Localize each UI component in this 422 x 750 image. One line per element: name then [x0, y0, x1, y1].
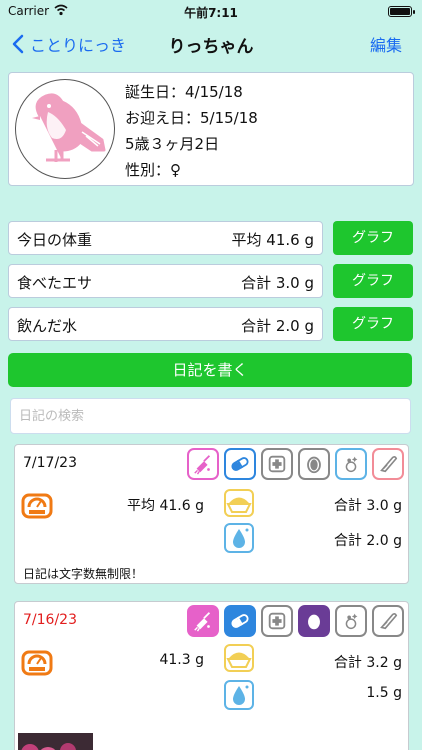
nail-clipping-icon[interactable]	[372, 605, 404, 637]
bath-icon[interactable]	[335, 605, 367, 637]
food-value: 合計 3.0 g	[241, 274, 314, 292]
nail-clipping-icon[interactable]	[372, 448, 404, 480]
bird-avatar[interactable]	[15, 79, 115, 179]
medicine-icon[interactable]	[224, 448, 256, 480]
status-time: 午前7:11	[184, 6, 238, 20]
food-label: 食べたエサ	[17, 274, 93, 292]
hospital-icon[interactable]	[261, 448, 293, 480]
weight-stat: 今日の体重 平均 41.6 g	[8, 221, 323, 255]
entry-food: 合計 3.2 g	[333, 655, 402, 671]
profile-info: 誕生日：4/15/18 お迎え日：5/15/18 5歳３ヶ月2日 性別：♀	[125, 79, 258, 183]
hospital-icon[interactable]	[261, 605, 293, 637]
egg-icon[interactable]	[298, 605, 330, 637]
food-stat: 食べたエサ 合計 3.0 g	[8, 264, 323, 298]
navigation-bar: ことりにっき りっちゃん 編集	[0, 24, 422, 64]
weight-graph-button[interactable]: グラフ	[333, 221, 413, 255]
water-icon	[224, 523, 254, 553]
welcome-day-text: お迎え日：5/15/18	[125, 109, 258, 127]
entry-date: 7/16/23	[23, 612, 77, 628]
profile-card: 誕生日：4/15/18 お迎え日：5/15/18 5歳３ヶ月2日 性別：♀	[8, 72, 414, 186]
battery-icon	[388, 6, 415, 17]
water-label: 飲んだ水	[17, 317, 78, 335]
status-bar: Carrier 午前7:11	[0, 0, 422, 24]
water-icon	[224, 680, 254, 710]
scale-icon	[21, 650, 53, 676]
entry-icons	[187, 448, 404, 480]
entry-weight: 41.3 g	[159, 652, 204, 668]
water-value: 合計 2.0 g	[241, 317, 314, 335]
cleaning-icon[interactable]	[187, 448, 219, 480]
weight-row: 今日の体重 平均 41.6 g グラフ	[8, 221, 414, 255]
entry-photo-thumbnail[interactable]	[18, 733, 93, 750]
weight-label: 今日の体重	[17, 231, 93, 249]
cleaning-icon[interactable]	[187, 605, 219, 637]
bird-icon	[32, 93, 106, 162]
diary-search-input[interactable]	[10, 398, 411, 434]
diary-entry[interactable]: 7/17/23 平均 41.6 g 合計 3.0 g 合計 2.0 g 日記は文…	[14, 444, 409, 584]
water-row: 飲んだ水 合計 2.0 g グラフ	[8, 307, 414, 341]
water-graph-button[interactable]: グラフ	[333, 307, 413, 341]
entry-water: 合計 2.0 g	[333, 533, 402, 549]
edit-button[interactable]: 編集	[370, 32, 402, 56]
weight-value: 平均 41.6 g	[231, 231, 314, 249]
food-row: 食べたエサ 合計 3.0 g グラフ	[8, 264, 414, 298]
entry-icons	[187, 605, 404, 637]
water-stat: 飲んだ水 合計 2.0 g	[8, 307, 323, 341]
age-text: 5歳３ヶ月2日	[125, 135, 220, 153]
medicine-icon[interactable]	[224, 605, 256, 637]
bath-icon[interactable]	[335, 448, 367, 480]
scale-icon	[21, 493, 53, 519]
food-icon	[224, 644, 254, 672]
entry-weight: 平均 41.6 g	[127, 498, 204, 514]
page-title: りっちゃん	[168, 37, 254, 57]
birthday-text: 誕生日：4/15/18	[125, 83, 243, 101]
write-diary-button[interactable]: 日記を書く	[8, 353, 412, 387]
entry-note: 日記は文字数無制限！	[23, 567, 144, 581]
food-icon	[224, 489, 254, 517]
food-graph-button[interactable]: グラフ	[333, 264, 413, 298]
egg-icon[interactable]	[298, 448, 330, 480]
entry-date: 7/17/23	[23, 455, 77, 471]
entry-water: 1.5 g	[366, 685, 402, 701]
sex-text: 性別：♀	[125, 161, 181, 179]
flower-photo	[18, 733, 93, 750]
entry-food: 合計 3.0 g	[333, 498, 402, 514]
diary-entry[interactable]: 7/16/23 41.3 g 合計 3.2 g 1.5 g	[14, 601, 409, 750]
